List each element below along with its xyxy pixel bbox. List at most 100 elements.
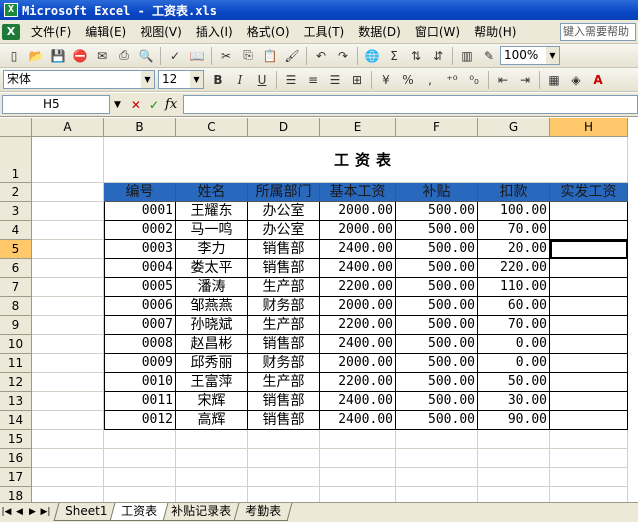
column-header-a[interactable]: A bbox=[32, 118, 104, 137]
table-cell[interactable]: 李力 bbox=[176, 240, 248, 259]
table-cell[interactable]: 2200.00 bbox=[320, 316, 396, 335]
row-header-16[interactable]: 16 bbox=[0, 449, 32, 468]
chart-wizard-icon[interactable]: ▥ bbox=[457, 46, 477, 66]
percent-button[interactable]: % bbox=[398, 70, 418, 90]
table-cell[interactable]: 王耀东 bbox=[176, 202, 248, 221]
table-cell[interactable]: 办公室 bbox=[248, 202, 320, 221]
table-cell[interactable] bbox=[550, 278, 628, 297]
table-cell[interactable]: 70.00 bbox=[478, 316, 550, 335]
permission-icon[interactable]: ⛔ bbox=[70, 46, 90, 66]
open-icon[interactable]: 📂 bbox=[26, 46, 46, 66]
cell-a6[interactable] bbox=[32, 259, 104, 278]
table-cell[interactable]: 0009 bbox=[104, 354, 176, 373]
table-cell[interactable]: 100.00 bbox=[478, 202, 550, 221]
menu-file[interactable]: 文件(F) bbox=[24, 22, 78, 42]
copy-icon[interactable]: ⎘ bbox=[238, 46, 258, 66]
cell-a3[interactable] bbox=[32, 202, 104, 221]
table-cell[interactable]: 办公室 bbox=[248, 221, 320, 240]
table-cell[interactable] bbox=[550, 373, 628, 392]
row-header-6[interactable]: 6 bbox=[0, 259, 32, 278]
table-cell[interactable]: 2200.00 bbox=[320, 373, 396, 392]
table-cell[interactable]: 马一鸣 bbox=[176, 221, 248, 240]
table-cell[interactable]: 0012 bbox=[104, 411, 176, 430]
table-header-cell[interactable]: 补贴 bbox=[396, 183, 478, 202]
table-cell[interactable]: 0.00 bbox=[478, 354, 550, 373]
cell-a16[interactable] bbox=[32, 449, 104, 468]
cell-a5[interactable] bbox=[32, 240, 104, 259]
table-cell[interactable]: 70.00 bbox=[478, 221, 550, 240]
row-header-5[interactable]: 5 bbox=[0, 240, 32, 259]
table-cell[interactable]: 销售部 bbox=[248, 335, 320, 354]
table-cell[interactable]: 生产部 bbox=[248, 278, 320, 297]
decrease-indent-icon[interactable]: ⇤ bbox=[493, 70, 513, 90]
menu-tools[interactable]: 工具(T) bbox=[297, 22, 352, 42]
font-name-select[interactable]: 宋体 ▼ bbox=[3, 70, 155, 89]
help-search-input[interactable]: 键入需要帮助 bbox=[560, 22, 636, 41]
table-header-cell[interactable]: 扣款 bbox=[478, 183, 550, 202]
column-header-f[interactable]: F bbox=[396, 118, 478, 137]
workbook-icon[interactable]: X bbox=[2, 23, 20, 40]
menu-edit[interactable]: 编辑(E) bbox=[78, 22, 133, 42]
table-cell[interactable]: 2000.00 bbox=[320, 202, 396, 221]
table-cell[interactable]: 销售部 bbox=[248, 259, 320, 278]
table-cell[interactable]: 50.00 bbox=[478, 373, 550, 392]
selected-cell[interactable] bbox=[550, 240, 628, 259]
autosum-icon[interactable]: Σ bbox=[384, 46, 404, 66]
cell-d15[interactable] bbox=[248, 430, 320, 449]
sheet-tab-subsidy[interactable]: 补贴记录表 bbox=[159, 503, 243, 521]
new-icon[interactable]: ▯ bbox=[4, 46, 24, 66]
table-cell[interactable]: 赵昌彬 bbox=[176, 335, 248, 354]
column-header-h[interactable]: H bbox=[550, 118, 628, 137]
table-cell[interactable]: 财务部 bbox=[248, 297, 320, 316]
chevron-down-icon[interactable]: ▼ bbox=[546, 47, 559, 64]
spelling-icon[interactable]: ✓ bbox=[165, 46, 185, 66]
table-cell[interactable]: 孙晓斌 bbox=[176, 316, 248, 335]
row-header-10[interactable]: 10 bbox=[0, 335, 32, 354]
table-cell[interactable]: 销售部 bbox=[248, 240, 320, 259]
table-cell[interactable]: 500.00 bbox=[396, 354, 478, 373]
print-icon[interactable]: ⎙ bbox=[114, 46, 134, 66]
cell-h16[interactable] bbox=[550, 449, 628, 468]
table-cell[interactable]: 生产部 bbox=[248, 316, 320, 335]
cell-a14[interactable] bbox=[32, 411, 104, 430]
sort-ascending-icon[interactable]: ⇅ bbox=[406, 46, 426, 66]
cell-b15[interactable] bbox=[104, 430, 176, 449]
table-cell[interactable] bbox=[550, 221, 628, 240]
table-cell[interactable]: 2000.00 bbox=[320, 297, 396, 316]
table-cell[interactable]: 2400.00 bbox=[320, 335, 396, 354]
table-cell[interactable]: 500.00 bbox=[396, 202, 478, 221]
table-cell[interactable]: 王富萍 bbox=[176, 373, 248, 392]
table-cell[interactable]: 0006 bbox=[104, 297, 176, 316]
paste-icon[interactable]: 📋 bbox=[260, 46, 280, 66]
table-cell[interactable]: 500.00 bbox=[396, 297, 478, 316]
cell-c15[interactable] bbox=[176, 430, 248, 449]
row-header-2[interactable]: 2 bbox=[0, 183, 32, 202]
email-icon[interactable]: ✉ bbox=[92, 46, 112, 66]
italic-button[interactable]: I bbox=[230, 70, 250, 90]
table-cell[interactable] bbox=[550, 297, 628, 316]
decrease-decimal-icon[interactable]: ⁰₀ bbox=[464, 70, 484, 90]
cell-h15[interactable] bbox=[550, 430, 628, 449]
research-icon[interactable]: 📖 bbox=[187, 46, 207, 66]
table-cell[interactable]: 0001 bbox=[104, 202, 176, 221]
row-header-12[interactable]: 12 bbox=[0, 373, 32, 392]
table-cell[interactable]: 2400.00 bbox=[320, 411, 396, 430]
column-header-g[interactable]: G bbox=[478, 118, 550, 137]
table-cell[interactable]: 500.00 bbox=[396, 373, 478, 392]
redo-icon[interactable]: ↷ bbox=[333, 46, 353, 66]
cell-f16[interactable] bbox=[396, 449, 478, 468]
table-cell[interactable]: 60.00 bbox=[478, 297, 550, 316]
column-header-e[interactable]: E bbox=[320, 118, 396, 137]
table-cell[interactable] bbox=[550, 259, 628, 278]
prev-sheet-icon[interactable]: ◀ bbox=[13, 503, 26, 521]
table-cell[interactable]: 销售部 bbox=[248, 392, 320, 411]
cell-d17[interactable] bbox=[248, 468, 320, 487]
chevron-down-icon[interactable]: ▼ bbox=[141, 71, 154, 88]
fill-color-icon[interactable]: ◈ bbox=[566, 70, 586, 90]
table-cell[interactable]: 2400.00 bbox=[320, 240, 396, 259]
menu-help[interactable]: 帮助(H) bbox=[467, 22, 523, 42]
table-cell[interactable]: 500.00 bbox=[396, 392, 478, 411]
zoom-select[interactable]: 100% ▼ bbox=[500, 46, 560, 65]
comma-button[interactable]: , bbox=[420, 70, 440, 90]
table-cell[interactable]: 500.00 bbox=[396, 240, 478, 259]
